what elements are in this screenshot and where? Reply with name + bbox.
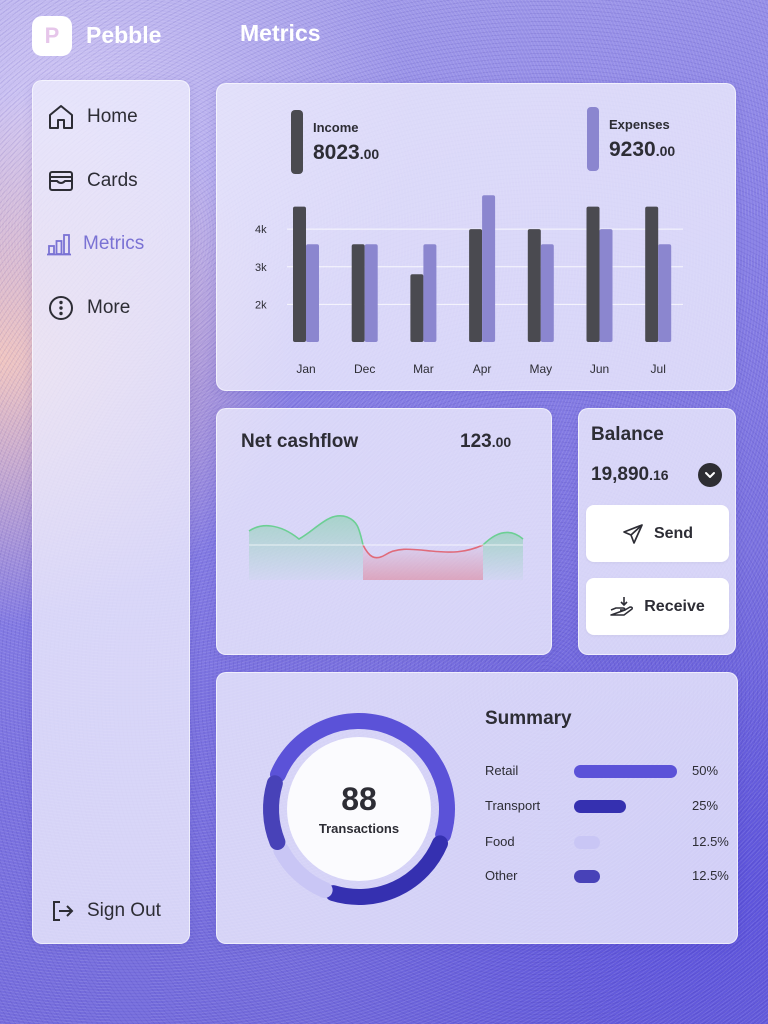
expenses-bar-jul bbox=[658, 244, 672, 342]
income-bar-apr bbox=[469, 229, 483, 342]
summary-item-percent: 50% bbox=[692, 763, 719, 778]
summary-row-food: Food 12.5% bbox=[485, 832, 735, 852]
brand-name: Pebble bbox=[86, 22, 162, 48]
app-logo[interactable]: P bbox=[32, 16, 72, 56]
bar-chart: 2k 3k 4k Jan Dec Mar Apr May Jun Jul bbox=[255, 195, 683, 376]
income-bar-jul bbox=[645, 206, 659, 342]
donut-segment-other bbox=[263, 775, 286, 850]
expenses-bar-jun bbox=[599, 229, 613, 342]
y-tick-label: 4k bbox=[255, 224, 267, 236]
sidebar-item-metrics[interactable]: Metrics bbox=[47, 232, 144, 256]
x-tick-label: Jun bbox=[590, 362, 609, 376]
sidebar-item-more[interactable]: More bbox=[47, 294, 130, 322]
income-bar-mar bbox=[410, 274, 424, 342]
summary-bar bbox=[574, 800, 626, 813]
summary-item-name: Retail bbox=[485, 763, 519, 778]
expenses-bar-may bbox=[540, 244, 554, 342]
summary-item-name: Transport bbox=[485, 798, 541, 813]
send-icon bbox=[623, 523, 643, 544]
net-cashflow-card: Net cashflow 123.00 bbox=[216, 408, 552, 655]
expenses-bar-jan bbox=[306, 244, 319, 342]
sign-out-button[interactable]: Sign Out bbox=[51, 899, 161, 923]
sign-out-icon bbox=[53, 901, 74, 921]
sidebar-item-cards[interactable]: Cards bbox=[47, 167, 138, 195]
sidebar-item-label: Cards bbox=[87, 170, 138, 191]
expenses-bar-apr bbox=[482, 195, 496, 342]
summary-bar bbox=[574, 870, 600, 883]
sidebar-item-home[interactable]: Home bbox=[47, 103, 138, 131]
income-bar-jan bbox=[293, 206, 306, 342]
bar-chart-icon bbox=[47, 234, 71, 256]
transactions-count: 88 bbox=[341, 780, 377, 817]
income-bar-may bbox=[527, 229, 541, 342]
income-bar-dec bbox=[351, 244, 365, 342]
sidebar-item-label: Metrics bbox=[83, 233, 145, 254]
send-label: Send bbox=[653, 524, 694, 542]
x-tick-label: Jan bbox=[296, 362, 315, 376]
balance-value: 19,890.16 bbox=[591, 464, 669, 485]
summary-bar bbox=[574, 836, 600, 849]
summary-item-percent: 12.5% bbox=[692, 834, 729, 849]
x-tick-label: Apr bbox=[473, 362, 492, 376]
income-expenses-card: Income 8023.00 Expenses 9230.00 2k 3k 4k Ja… bbox=[216, 83, 736, 391]
x-tick-label: Jul bbox=[651, 362, 666, 376]
sign-out-label: Sign Out bbox=[87, 900, 161, 921]
income-bar-jun bbox=[586, 206, 600, 342]
receive-label: Receive bbox=[644, 597, 705, 615]
logo-letter: P bbox=[44, 23, 60, 48]
card-icon bbox=[49, 171, 73, 191]
x-tick-label: May bbox=[529, 362, 552, 376]
y-tick-label: 3k bbox=[255, 262, 267, 274]
summary-item-name: Food bbox=[485, 834, 515, 849]
summary-title: Summary bbox=[485, 708, 572, 729]
cashflow-chart bbox=[248, 515, 524, 580]
page-title: Metrics bbox=[240, 20, 321, 46]
balance-dropdown-button[interactable] bbox=[698, 463, 722, 487]
summary-row-transport: Transport 25% bbox=[485, 796, 735, 816]
expenses-bar-dec bbox=[364, 244, 378, 342]
sidebar: Home Cards Metrics More Sign Out bbox=[32, 80, 190, 944]
receive-icon bbox=[610, 596, 634, 616]
summary-row-retail: Retail 50% bbox=[485, 761, 735, 781]
summary-bar bbox=[574, 765, 677, 778]
more-icon bbox=[49, 296, 73, 320]
send-button[interactable]: Send bbox=[586, 505, 729, 562]
summary-card: 88 Transactions Summary Retail 50% Trans… bbox=[216, 672, 738, 944]
sidebar-item-label: More bbox=[87, 297, 131, 318]
balance-card: Balance 19,890.16 Send Receive bbox=[578, 408, 736, 655]
home-icon bbox=[49, 105, 73, 129]
x-tick-label: Dec bbox=[354, 362, 375, 376]
y-tick-label: 2k bbox=[255, 299, 267, 311]
receive-button[interactable]: Receive bbox=[586, 578, 729, 635]
sidebar-item-label: Home bbox=[87, 106, 138, 127]
summary-item-percent: 25% bbox=[692, 798, 719, 813]
balance-title: Balance bbox=[591, 424, 664, 445]
transactions-label: Transactions bbox=[318, 820, 400, 836]
summary-item-percent: 12.5% bbox=[692, 868, 729, 883]
transactions-total: 88 Transactions bbox=[287, 737, 431, 881]
summary-item-name: Other bbox=[485, 868, 518, 883]
summary-row-other: Other 12.5% bbox=[485, 866, 735, 886]
chevron-down-icon bbox=[705, 472, 715, 478]
x-tick-label: Mar bbox=[413, 362, 434, 376]
expenses-bar-mar bbox=[423, 244, 437, 342]
